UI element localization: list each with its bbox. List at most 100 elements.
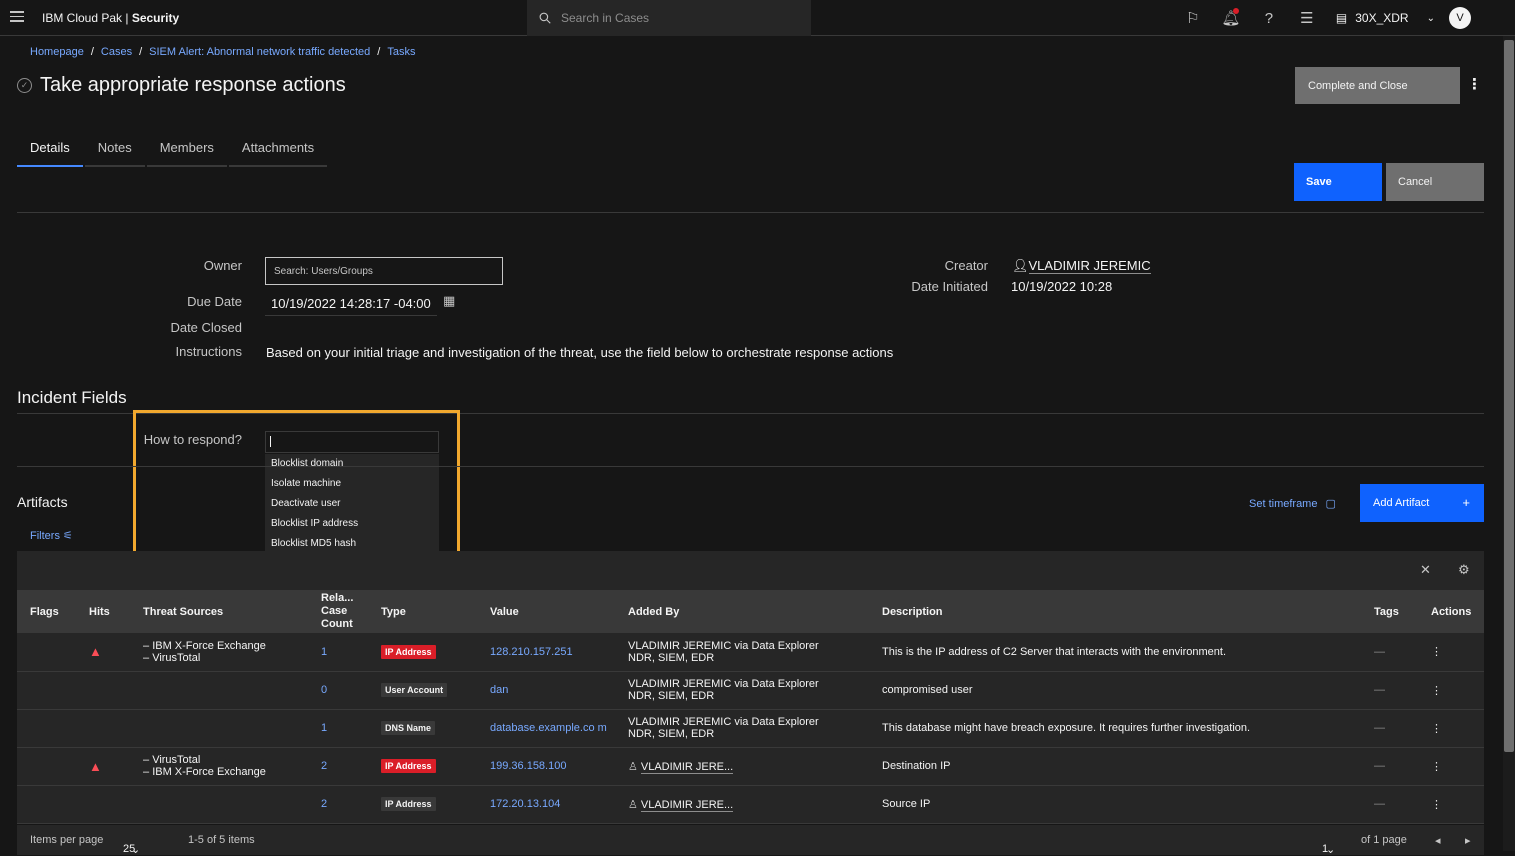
case-count-link[interactable]: 0: [321, 684, 327, 696]
col-added-by[interactable]: Added By: [615, 590, 869, 633]
items-per-page-label: Items per page: [30, 834, 104, 846]
divider: [17, 466, 1484, 467]
incident-fields-title: Incident Fields: [17, 388, 127, 407]
due-date-input[interactable]: [265, 292, 437, 316]
description: This is the IP address of C2 Server that…: [882, 645, 1227, 658]
col-description[interactable]: Description: [869, 590, 1361, 633]
chevron-down-icon: ⌄: [131, 844, 141, 856]
owner-label: Owner: [203, 258, 242, 273]
search-icon: [539, 12, 551, 24]
case-count-link[interactable]: 2: [321, 798, 327, 810]
highlight-box: [133, 410, 460, 572]
type-badge: IP Address: [381, 759, 436, 773]
tab-members[interactable]: Members: [146, 131, 227, 167]
notification-bell-icon[interactable]: 🔔︎: [1212, 0, 1250, 36]
save-button[interactable]: Save: [1294, 163, 1382, 201]
date-closed-label: Date Closed: [170, 320, 242, 335]
col-actions[interactable]: Actions: [1418, 590, 1484, 633]
set-timeframe-button[interactable]: Set timeframe ▢: [1249, 497, 1336, 510]
tab-notes[interactable]: Notes: [84, 131, 145, 167]
tab-list: Details Notes Members Attachments: [17, 131, 329, 167]
date-initiated-label: Date Initiated: [911, 279, 988, 294]
row-overflow-icon[interactable]: ⋮: [1418, 709, 1484, 747]
col-threat-sources[interactable]: Threat Sources: [130, 590, 308, 633]
person-icon: ♙: [628, 760, 638, 773]
creator-value[interactable]: 👤︎VLADIMIR JEREMIC: [1012, 258, 1151, 274]
col-value[interactable]: Value: [477, 590, 615, 633]
artifact-value-link[interactable]: dan: [490, 684, 508, 696]
table-row[interactable]: ▲ – IBM X-Force Exchange – VirusTotal 1 I…: [17, 633, 1484, 671]
description: compromised user: [882, 684, 973, 696]
chevron-down-icon: ⌄: [1426, 12, 1435, 24]
breadcrumb-cases[interactable]: Cases: [101, 46, 132, 58]
complete-and-close-button[interactable]: Complete and Close: [1295, 67, 1460, 104]
filters-button[interactable]: Filters ⚟: [30, 529, 73, 542]
help-icon[interactable]: ?: [1250, 0, 1288, 36]
user-avatar[interactable]: V: [1449, 7, 1471, 29]
tab-attachments[interactable]: Attachments: [228, 131, 328, 167]
brand-title: IBM Cloud Pak | Security: [42, 11, 180, 25]
table-row[interactable]: 1 DNS Name database.example.co m VLADIMI…: [17, 709, 1484, 747]
col-flags[interactable]: Flags: [17, 590, 76, 633]
owner-search-input[interactable]: [265, 257, 503, 285]
instructions-label: Instructions: [175, 344, 242, 359]
list-view-icon[interactable]: ☰: [1288, 0, 1326, 36]
warning-icon: ▲: [89, 758, 102, 774]
collapse-icon[interactable]: ✕: [1420, 562, 1431, 578]
scrollbar-thumb[interactable]: [1504, 40, 1514, 752]
breadcrumb: Homepage / Cases / SIEM Alert: Abnormal …: [30, 46, 416, 58]
cancel-button[interactable]: Cancel: [1386, 163, 1484, 201]
col-case-count[interactable]: Rela... Case Count: [308, 590, 368, 633]
artifact-value-link[interactable]: 199.36.158.100: [490, 760, 566, 772]
artifact-value-link[interactable]: database.example.co m: [490, 722, 607, 734]
artifact-value-link[interactable]: 172.20.13.104: [490, 798, 560, 810]
settings-gear-icon[interactable]: ⚙: [1458, 562, 1470, 578]
top-bar: IBM Cloud Pak | Security ⚐ 🔔︎ ? ☰ ▤ 30X_…: [0, 0, 1515, 36]
add-artifact-button[interactable]: Add Artifact +: [1360, 484, 1484, 522]
case-count-link[interactable]: 2: [321, 760, 327, 772]
row-overflow-icon[interactable]: ⋮: [1418, 671, 1484, 709]
breadcrumb-case[interactable]: SIEM Alert: Abnormal network traffic det…: [149, 46, 370, 58]
artifacts-title: Artifacts: [17, 494, 68, 510]
breadcrumb-tasks[interactable]: Tasks: [387, 46, 415, 58]
tab-details[interactable]: Details: [17, 131, 83, 167]
description: Destination IP: [882, 760, 951, 772]
overflow-menu-icon[interactable]: ⋮: [1467, 75, 1482, 93]
table-row[interactable]: ▲ – VirusTotal – IBM X-Force Exchange 2 I…: [17, 747, 1484, 785]
case-count-link[interactable]: 1: [321, 722, 327, 734]
signpost-icon[interactable]: ⚐: [1174, 0, 1212, 36]
account-name: 30X_XDR: [1355, 11, 1409, 25]
artifact-value-link[interactable]: 128.210.157.251: [490, 646, 573, 658]
hamburger-menu-icon[interactable]: [10, 11, 24, 23]
date-initiated-value: 10/19/2022 10:28: [1011, 279, 1113, 294]
breadcrumb-homepage[interactable]: Homepage: [30, 46, 84, 58]
row-overflow-icon[interactable]: ⋮: [1418, 785, 1484, 823]
type-badge: User Account: [381, 683, 448, 697]
row-overflow-icon[interactable]: ⋮: [1418, 633, 1484, 671]
account-switcher[interactable]: ▤ 30X_XDR ⌄: [1326, 11, 1449, 25]
global-search[interactable]: [527, 0, 811, 36]
case-count-link[interactable]: 1: [321, 646, 327, 658]
type-badge: DNS Name: [381, 721, 436, 735]
person-icon: ♙: [628, 798, 638, 811]
search-input[interactable]: [561, 11, 791, 25]
filter-sliders-icon: ⚟: [63, 530, 73, 542]
plus-icon: +: [1462, 495, 1470, 510]
page-total: of 1 page: [1361, 834, 1407, 846]
instructions-value: Based on your initial triage and investi…: [266, 345, 894, 360]
description: Source IP: [882, 798, 931, 810]
calendar-icon: ▢: [1325, 498, 1336, 510]
type-badge: IP Address: [381, 797, 436, 811]
previous-page-icon[interactable]: ◂: [1435, 834, 1441, 847]
divider: [17, 212, 1484, 213]
col-type[interactable]: Type: [368, 590, 477, 633]
description: This database might have breach exposure…: [882, 722, 1251, 734]
table-row[interactable]: 0 User Account dan VLADIMIR JEREMIC via …: [17, 671, 1484, 709]
artifacts-table: Flags Hits Threat Sources Rela... Case Cou…: [17, 590, 1484, 824]
row-overflow-icon[interactable]: ⋮: [1418, 747, 1484, 785]
col-tags[interactable]: Tags: [1361, 590, 1418, 633]
calendar-icon[interactable]: ▦: [443, 293, 455, 309]
table-row[interactable]: 2 IP Address 172.20.13.104 ♙ VLADIMIR JER…: [17, 785, 1484, 823]
col-hits[interactable]: Hits: [76, 590, 130, 633]
next-page-icon[interactable]: ▸: [1465, 834, 1471, 847]
